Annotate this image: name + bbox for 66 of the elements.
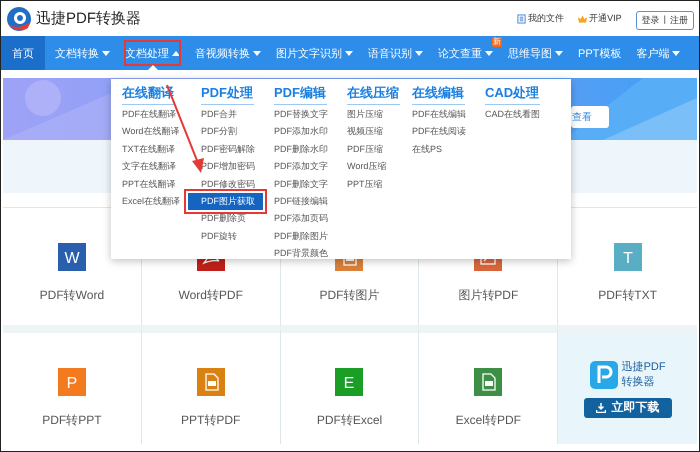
tool-label: 图片转PDF — [458, 287, 518, 304]
menu-item[interactable]: 图片压缩 — [347, 106, 383, 124]
tool-label: Excel转PDF — [456, 412, 521, 429]
tool-label: PDF转TXT — [598, 287, 657, 304]
document-icon — [517, 14, 526, 24]
menu-item[interactable]: 文字在线翻译 — [122, 158, 176, 176]
tool-label: PPT转PDF — [181, 412, 240, 429]
tool-label: PDF转Excel — [316, 412, 382, 429]
menu-heading: 在线编辑 — [412, 82, 465, 105]
menu-item[interactable]: Excel在线翻译 — [122, 193, 180, 210]
menu-item[interactable]: PDF链接编辑 — [274, 193, 328, 210]
logo-icon — [6, 6, 32, 32]
tool-label: PDF转图片 — [319, 287, 380, 304]
login-link[interactable]: 登录 — [642, 14, 660, 27]
vip-link[interactable]: 开通VIP — [578, 12, 622, 25]
tool-card[interactable]: P PDF转PPT — [3, 325, 142, 444]
register-link[interactable]: 注册 — [670, 14, 688, 27]
crown-icon — [578, 14, 588, 24]
menu-item[interactable]: PDF在线编辑 — [412, 106, 466, 124]
menu-item[interactable]: PDF删除文字 — [274, 176, 328, 194]
download-button[interactable]: 立即下载 — [584, 398, 672, 418]
menu-item[interactable]: Word压缩 — [347, 158, 386, 176]
letter-icon: T — [614, 243, 642, 271]
tool-label: PDF转Word — [40, 287, 104, 304]
menu-item[interactable]: TXT在线翻译 — [122, 140, 175, 158]
menu-item[interactable]: PDF修改密码 — [201, 176, 255, 194]
letter-icon: E — [335, 368, 364, 396]
menu-item[interactable]: PDF添加水印 — [274, 123, 328, 141]
menu-item[interactable]: PDF在线阅读 — [412, 123, 466, 141]
menu-item[interactable]: PDF分割 — [201, 123, 237, 141]
tool-card[interactable]: T PDF转TXT — [558, 208, 697, 325]
files-link[interactable]: 我的文件 — [517, 12, 564, 25]
app-name: 转换器 — [622, 374, 656, 390]
menu-item[interactable]: PDF压缩 — [347, 140, 383, 158]
app-name: 迅捷PDF — [622, 360, 666, 374]
letter-icon: W — [58, 243, 86, 271]
tool-label: Word转PDF — [178, 287, 243, 304]
menu-heading: PDF编辑 — [274, 82, 327, 105]
menu-item[interactable]: PDF密码解除 — [201, 140, 255, 158]
menu-item[interactable]: PDF合并 — [201, 106, 237, 124]
menu-item[interactable]: 在线PS — [412, 140, 442, 158]
menu-item[interactable]: PDF替换文字 — [274, 106, 328, 124]
tool-card[interactable]: PPT转PDF — [142, 325, 281, 444]
menu-item[interactable]: PDF在线翻译 — [122, 106, 176, 124]
letter-icon: P — [58, 368, 86, 396]
menu-item[interactable]: PPT压缩 — [347, 176, 383, 194]
menu-item[interactable]: PDF旋转 — [201, 228, 237, 246]
tool-card[interactable]: E PDF转Excel — [280, 325, 420, 444]
separator: | — [664, 14, 666, 26]
tool-label: PDF转PPT — [42, 412, 102, 429]
download-icon — [596, 402, 606, 412]
app-title: 迅捷PDF转换器 — [36, 9, 141, 28]
menu-item[interactable]: PDF图片获取 — [188, 193, 263, 210]
menu-item[interactable]: PDF删除页 — [201, 210, 246, 228]
app-logo-icon — [590, 360, 618, 388]
menu-item[interactable]: PDF添加文字 — [274, 158, 328, 176]
menu-heading: 在线压缩 — [347, 82, 400, 105]
menu-item[interactable]: 视频压缩 — [347, 123, 383, 141]
menu-item[interactable]: PDF删除水印 — [274, 140, 328, 158]
new-badge: 新 — [492, 37, 502, 47]
menu-item[interactable]: PPT在线翻译 — [122, 176, 176, 194]
menu-item[interactable]: Word在线翻译 — [122, 123, 180, 141]
menu-heading: CAD处理 — [485, 82, 540, 105]
nav-item[interactable]: 首页 — [1, 36, 45, 70]
menu-item[interactable]: CAD在线看图 — [485, 106, 540, 124]
menu-heading: PDF处理 — [201, 82, 254, 105]
